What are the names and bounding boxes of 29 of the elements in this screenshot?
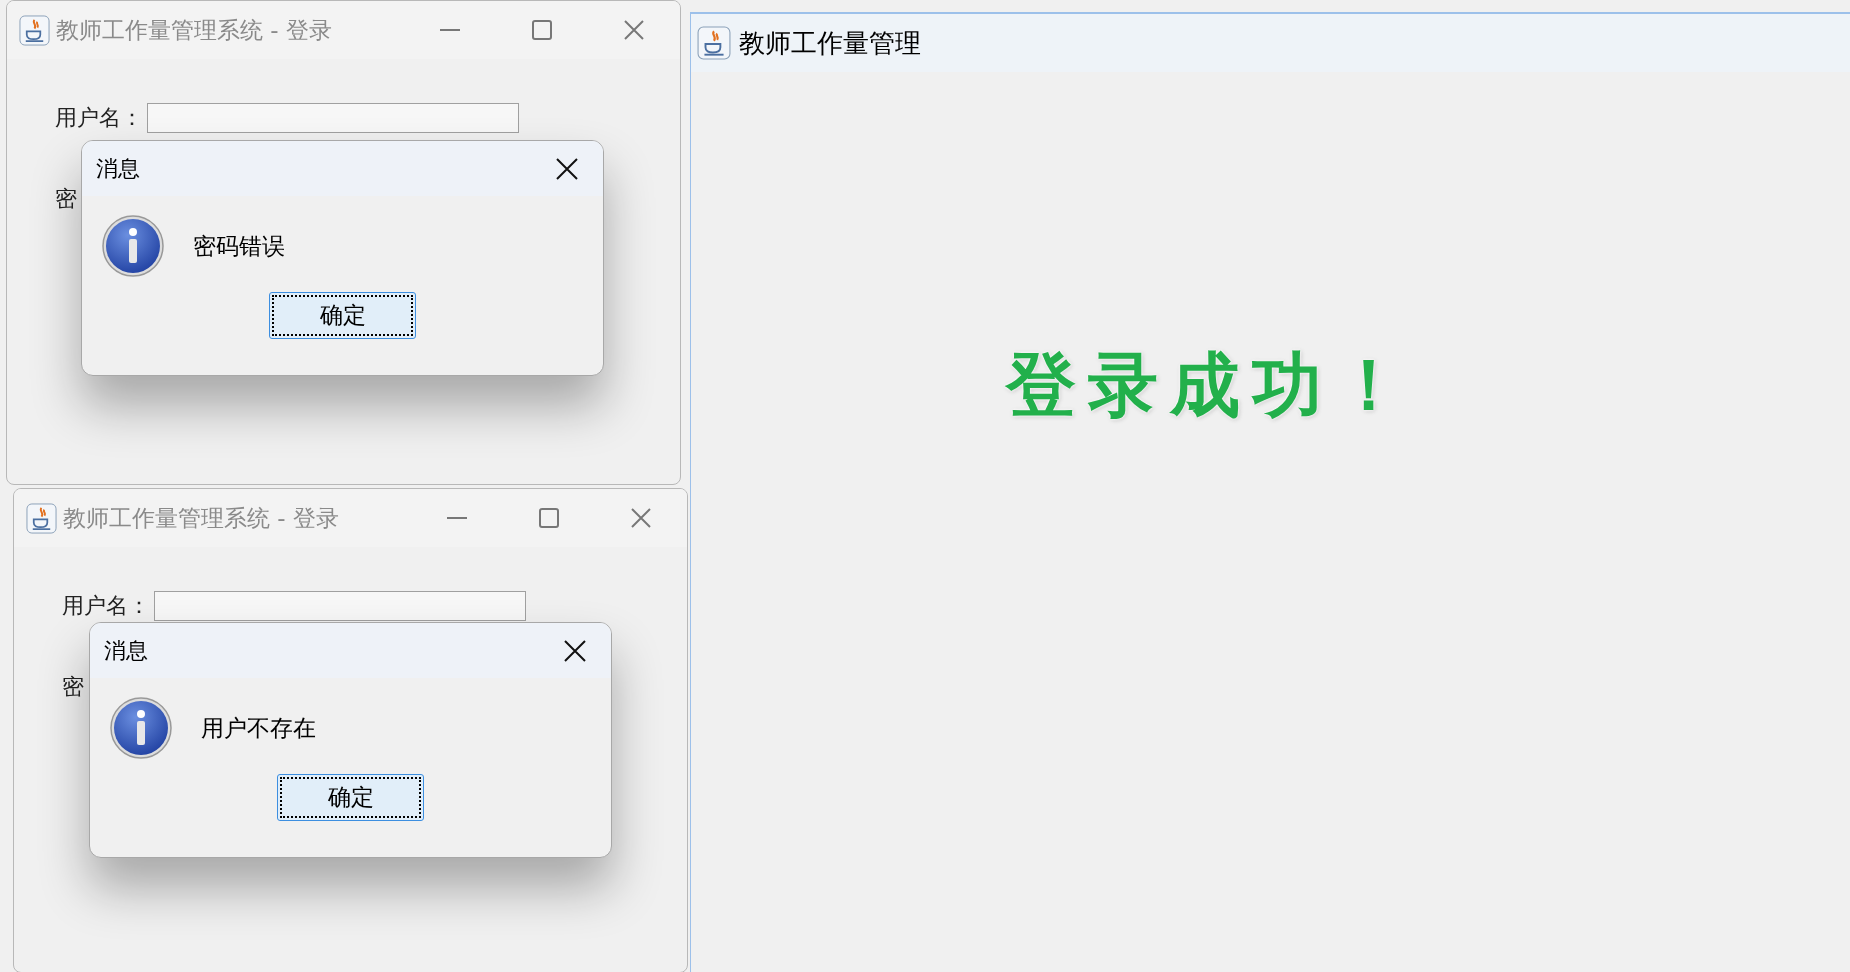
close-icon <box>564 639 586 662</box>
username-field[interactable] <box>154 590 526 621</box>
close-icon <box>631 508 651 528</box>
username-label: 用户名： <box>55 104 143 132</box>
info-icon <box>109 696 173 760</box>
success-message: 登录成功！ <box>1005 342 1416 428</box>
dialog-title: 消息 <box>104 637 148 665</box>
info-icon <box>101 214 165 278</box>
dialog-message: 用户不存在 <box>201 713 316 743</box>
password-label: 密 <box>55 186 77 211</box>
minimize-icon <box>447 517 467 519</box>
java-cup-icon <box>19 14 50 46</box>
maximize-icon <box>539 508 559 528</box>
window-title: 教师工作量管理系统 - 登录 <box>63 503 339 533</box>
close-icon <box>624 20 644 40</box>
dialog-message: 密码错误 <box>193 231 285 261</box>
java-cup-icon <box>26 502 57 534</box>
close-icon <box>556 157 578 180</box>
username-field[interactable] <box>147 102 519 133</box>
username-label: 用户名： <box>62 592 150 620</box>
dialog-title: 消息 <box>96 155 140 183</box>
password-label: 密 <box>62 674 84 699</box>
minimize-icon <box>440 29 460 31</box>
java-cup-icon <box>697 26 731 60</box>
window-title: 教师工作量管理 <box>739 26 921 60</box>
ok-button[interactable]: 确定 <box>277 774 424 821</box>
maximize-icon <box>532 20 552 40</box>
window-title: 教师工作量管理系统 - 登录 <box>56 15 332 45</box>
ok-button[interactable]: 确定 <box>269 292 416 339</box>
